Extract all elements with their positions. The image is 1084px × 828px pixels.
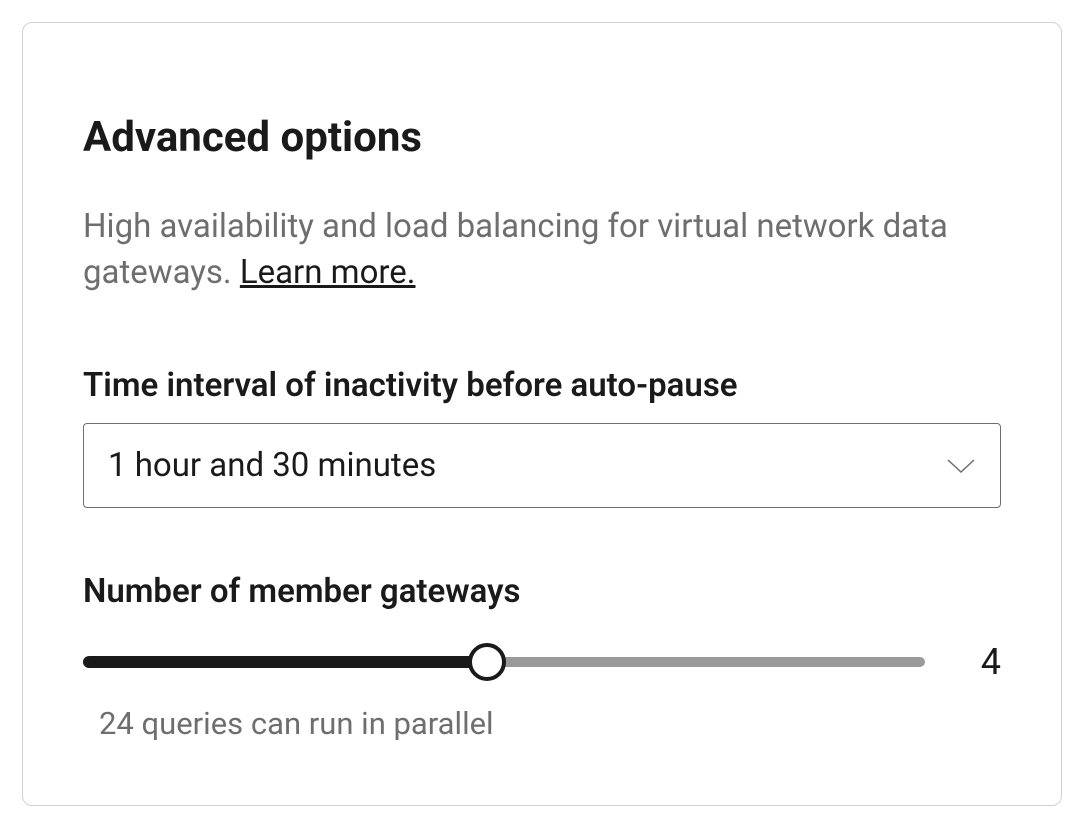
panel-heading: Advanced options xyxy=(83,113,1001,162)
learn-more-link[interactable]: Learn more. xyxy=(240,253,416,292)
autopause-selected-value: 1 hour and 30 minutes xyxy=(108,446,436,485)
gateways-slider-row: 4 xyxy=(83,641,1001,683)
autopause-dropdown[interactable]: 1 hour and 30 minutes xyxy=(83,423,1001,508)
advanced-options-panel: Advanced options High availability and l… xyxy=(22,22,1062,806)
gateways-label: Number of member gateways xyxy=(83,572,1001,611)
gateways-value: 4 xyxy=(961,641,1001,683)
chevron-down-icon xyxy=(946,457,976,475)
description-text: High availability and load balancing for… xyxy=(83,207,948,292)
autopause-label: Time interval of inactivity before auto-… xyxy=(83,366,1001,405)
panel-description: High availability and load balancing for… xyxy=(83,204,1001,296)
slider-track-fill xyxy=(83,656,487,668)
gateways-slider[interactable] xyxy=(83,656,925,668)
slider-thumb[interactable] xyxy=(468,643,506,681)
gateways-helper-text: 24 queries can run in parallel xyxy=(83,705,1001,742)
